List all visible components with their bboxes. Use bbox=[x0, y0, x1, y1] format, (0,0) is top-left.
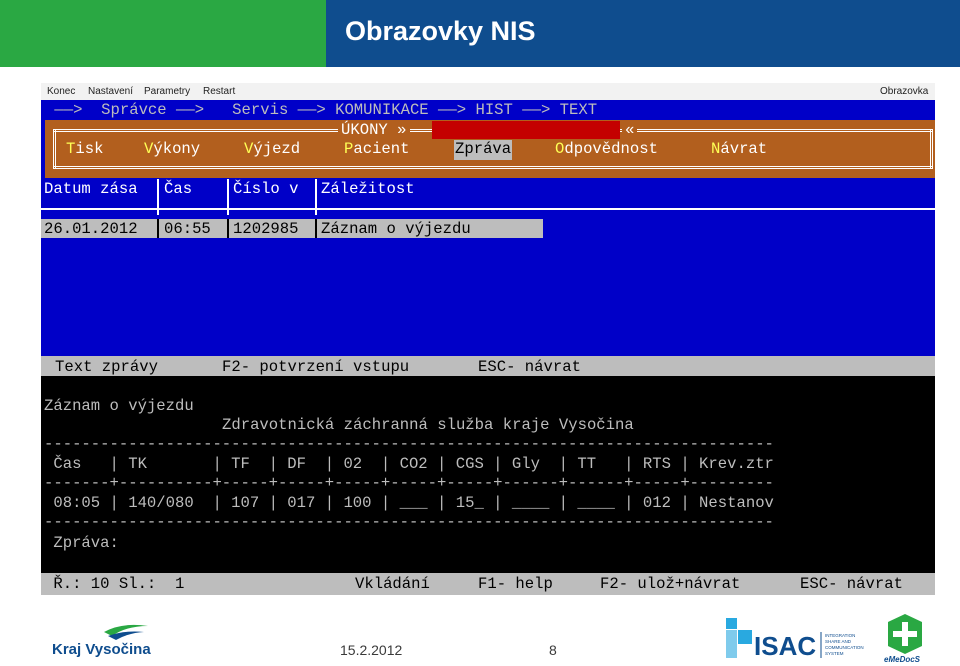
menu-obrazovka[interactable]: Obrazovka bbox=[880, 86, 928, 97]
insert-mode: Vkládání bbox=[355, 575, 430, 593]
cursor-position: Ř.: 10 Sl.: 1 bbox=[44, 575, 185, 593]
message-title: Záznam o výjezdu bbox=[44, 397, 194, 415]
svg-text:INTEGRATION: INTEGRATION bbox=[825, 633, 855, 638]
ukony-end: « bbox=[622, 121, 638, 139]
menu-navrat[interactable]: Návrat bbox=[711, 140, 767, 160]
menu-restart[interactable]: Restart bbox=[203, 86, 235, 97]
esc-hint: ESC- návrat bbox=[800, 575, 903, 593]
ukony-label: ÚKONY » bbox=[338, 121, 410, 139]
message-org: Zdravotnická záchranná služba kraje Vyso… bbox=[222, 416, 634, 434]
ukony-input[interactable] bbox=[432, 121, 620, 139]
menu-parametry[interactable]: Parametry bbox=[144, 86, 190, 97]
message-header-line: Čas | TK | TF | DF | 02 | CO2 | CGS | Gl… bbox=[44, 455, 774, 473]
ukony-band: ÚKONY » « Tisk Výkony Výjezd Pacient Zpr… bbox=[45, 120, 935, 178]
message-zprava: Zpráva: bbox=[44, 534, 119, 552]
menu-pacient[interactable]: Pacient bbox=[344, 140, 410, 160]
kraj-vysocina-logo: Kraj Vysočina bbox=[52, 624, 151, 658]
emedocs-logo-text: eMeDocS bbox=[884, 655, 921, 664]
help-hint: F1- help bbox=[478, 575, 553, 593]
message-dash-line: ----------------------------------------… bbox=[44, 435, 774, 453]
svg-text:COMMUNICATION: COMMUNICATION bbox=[825, 645, 864, 650]
menu-odpovednost[interactable]: Odpovědnost bbox=[555, 140, 658, 160]
band-frame-left bbox=[53, 129, 56, 169]
isac-logo-text: ISAC bbox=[754, 631, 816, 660]
slide-title: Obrazovky NIS bbox=[345, 16, 536, 46]
col-header-cas[interactable]: Čas bbox=[164, 180, 192, 198]
message-value-line: 08:05 | 140/080 | 107 | 017 | 100 | ___ … bbox=[44, 494, 774, 512]
save-hint: F2- ulož+návrat bbox=[600, 575, 741, 593]
band-frame-bottom bbox=[53, 166, 933, 169]
col-header-datum[interactable]: Datum zása bbox=[44, 180, 138, 198]
status-label: Text zprávy bbox=[55, 358, 158, 376]
menu-vyjezd[interactable]: Výjezd bbox=[244, 140, 300, 160]
band-frame-right bbox=[930, 129, 933, 169]
cell-separator bbox=[157, 219, 159, 238]
status-f2: F2- potvrzení vstupu bbox=[222, 358, 410, 376]
cell-zalezitost: Záznam o výjezdu bbox=[321, 220, 471, 238]
cell-datum: 26.01.2012 bbox=[44, 220, 138, 238]
cell-cislo: 1202985 bbox=[233, 220, 299, 238]
message-dash-line-2: ----------------------------------------… bbox=[44, 513, 774, 531]
menu-vykony[interactable]: Výkony bbox=[144, 140, 200, 160]
status-esc: ESC- návrat bbox=[478, 358, 581, 376]
cell-cas: 06:55 bbox=[164, 220, 211, 238]
menu-tisk[interactable]: Tisk bbox=[66, 140, 103, 160]
svg-text:SYSTEM: SYSTEM bbox=[825, 651, 844, 656]
svg-text:SHARE AND: SHARE AND bbox=[825, 639, 852, 644]
cell-separator bbox=[315, 219, 317, 238]
message-mid-line: -------+----------+-----+-----+-----+---… bbox=[44, 474, 774, 492]
header-green-bar bbox=[0, 0, 326, 67]
breadcrumb: ——> Správce ——> Servis ——> KOMUNIKACE ——… bbox=[45, 101, 598, 119]
header-divider bbox=[41, 208, 935, 210]
kraj-logo-text: Kraj Vysočina bbox=[52, 641, 151, 658]
terminal-screenshot: Konec Nastavení Parametry Restart Obrazo… bbox=[41, 83, 935, 595]
window-menubar: Konec Nastavení Parametry Restart Obrazo… bbox=[41, 83, 935, 100]
menu-konec[interactable]: Konec bbox=[47, 86, 75, 97]
menu-zprava[interactable]: Zpráva bbox=[454, 140, 513, 160]
menu-nastaveni[interactable]: Nastavení bbox=[88, 86, 133, 97]
slide-page-number: 8 bbox=[549, 642, 557, 658]
slide-date: 15.2.2012 bbox=[340, 642, 403, 658]
isac-logo: ISAC INTEGRATION SHARE AND COMMUNICATION… bbox=[726, 618, 864, 660]
col-header-cislo[interactable]: Číslo v bbox=[233, 180, 299, 198]
cell-separator bbox=[227, 219, 229, 238]
emedocs-logo: eMeDocS bbox=[884, 614, 922, 664]
col-header-zalezitost[interactable]: Záležitost bbox=[321, 180, 415, 198]
